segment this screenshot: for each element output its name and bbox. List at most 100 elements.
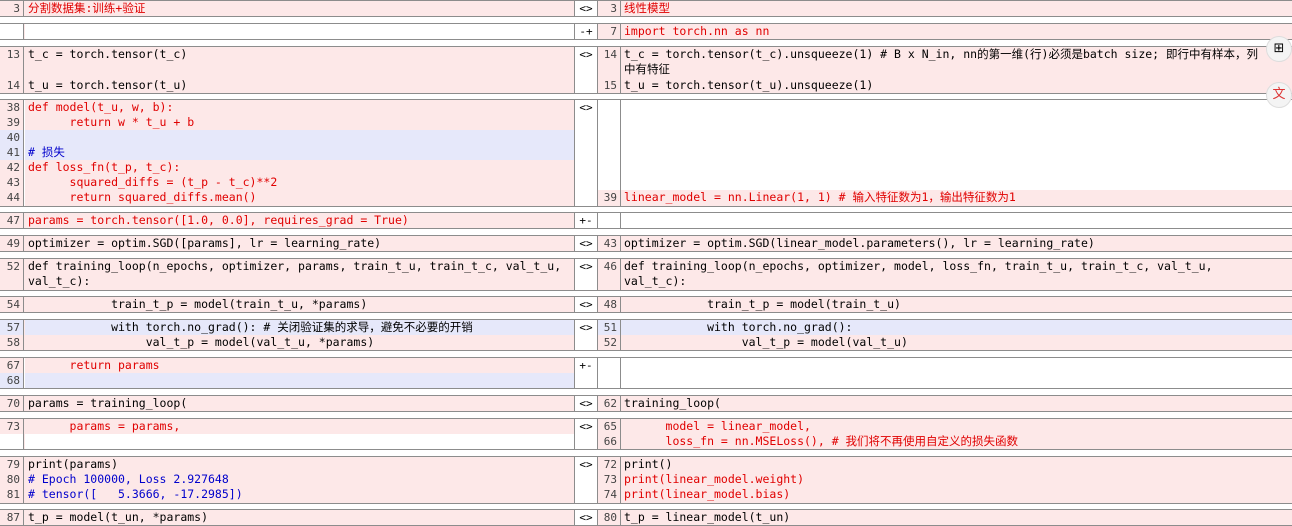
translate-icon[interactable]: 文	[1266, 82, 1292, 108]
code-line: import torch.nn as nn	[624, 24, 770, 38]
right-gutter: 65 66	[597, 419, 621, 449]
left-gutter: 49	[0, 236, 24, 251]
right-code[interactable]: t_p = linear_model(t_un)	[621, 510, 1292, 525]
right-gutter: 62	[597, 396, 621, 411]
left-code[interactable]: optimizer = optim.SGD([params], lr = lea…	[25, 236, 574, 251]
diff-block[interactable]: 73 params = params, <> 65 66 model = lin…	[0, 418, 1292, 450]
code-line	[25, 373, 574, 388]
left-code[interactable]	[25, 24, 574, 39]
code-line: t_u = torch.tensor(t_u).unsqueeze(1)	[624, 78, 874, 92]
code-line: 线性模型	[624, 1, 670, 15]
code-line: train_t_p = model(train_t_u, *params)	[28, 297, 368, 311]
diff-block[interactable]: 87 t_p = model(t_un, *params) <> 80 t_p …	[0, 509, 1292, 526]
diff-block[interactable]: 13 14 t_c = torch.tensor(t_c) t_u = torc…	[0, 46, 1292, 94]
code-line: return squared_diffs.mean()	[25, 190, 574, 206]
diff-block[interactable]: 57 58 with torch.no_grad(): # 关闭验证集的求导，避…	[0, 319, 1292, 351]
right-gutter: 14 15	[597, 47, 621, 93]
right-code[interactable]: optimizer = optim.SGD(linear_model.param…	[621, 236, 1292, 251]
diff-viewer: 3 分割数据集:训练+验证 <> 3 线性模型 -+ 7 import torc…	[0, 0, 1292, 526]
code-line: t_p = model(t_un, *params)	[28, 510, 209, 524]
right-code[interactable]: training_loop(	[621, 396, 1292, 411]
left-code[interactable]: params = params,	[25, 419, 574, 449]
compare-button[interactable]: -+	[574, 24, 597, 39]
left-gutter: 87	[0, 510, 24, 525]
diff-block[interactable]: 67 68 return params +-	[0, 357, 1292, 389]
compare-button[interactable]: <>	[574, 1, 597, 16]
diff-block[interactable]: 52 def training_loop(n_epochs, optimizer…	[0, 258, 1292, 291]
code-line: val_t_p = model(val_t_u)	[621, 335, 1292, 350]
diff-block[interactable]: 54 train_t_p = model(train_t_u, *params)…	[0, 296, 1292, 313]
code-line: loss_fn = nn.MSELoss(), # 我们将不再使用自定义的损失函…	[624, 434, 1019, 448]
left-code[interactable]: def training_loop(n_epochs, optimizer, p…	[25, 259, 574, 290]
diff-block[interactable]: 79 80 81 print(params) # Epoch 100000, L…	[0, 456, 1292, 504]
left-gutter: 57 58	[0, 320, 24, 350]
code-line: t_p = linear_model(t_un)	[624, 510, 791, 524]
code-line: train_t_p = model(train_t_u)	[624, 297, 901, 311]
code-line: val_t_p = model(val_t_u, *params)	[25, 335, 574, 350]
code-line: with torch.no_grad():	[621, 320, 1292, 335]
right-gutter: 51 52	[597, 320, 621, 350]
right-code[interactable]: train_t_p = model(train_t_u)	[621, 297, 1292, 312]
code-line: squared_diffs = (t_p - t_c)**2	[25, 175, 574, 190]
compare-button[interactable]: <>	[574, 297, 597, 312]
right-code[interactable]: 线性模型	[621, 1, 1292, 16]
compare-button[interactable]: <>	[574, 510, 597, 525]
code-line: def model(t_u, w, b):	[25, 100, 574, 115]
left-code[interactable]: with torch.no_grad(): # 关闭验证集的求导，避免不必要的开…	[25, 320, 574, 350]
compare-button[interactable]: <>	[574, 236, 597, 251]
compare-button[interactable]: <>	[574, 100, 597, 206]
left-gutter	[0, 24, 24, 39]
code-line: # Epoch 100000, Loss 2.927648	[28, 472, 229, 486]
compare-button[interactable]: <>	[574, 419, 597, 449]
left-code[interactable]: def model(t_u, w, b): return w * t_u + b…	[25, 100, 574, 206]
diff-block[interactable]: 47 params = torch.tensor([1.0, 0.0], req…	[0, 212, 1292, 229]
compare-button[interactable]: <>	[574, 396, 597, 411]
code-line: t_c = torch.tensor(t_c)	[28, 47, 188, 61]
right-code[interactable]	[621, 358, 1292, 388]
right-code[interactable]: model = linear_model, loss_fn = nn.MSELo…	[621, 419, 1292, 449]
left-code[interactable]: 分割数据集:训练+验证	[25, 1, 574, 16]
right-gutter	[597, 358, 621, 388]
grid-icon[interactable]: ⊞	[1266, 36, 1292, 62]
code-line: optimizer = optim.SGD(linear_model.param…	[624, 236, 1095, 250]
compare-button[interactable]: <>	[574, 320, 597, 350]
code-line: def loss_fn(t_p, t_c):	[25, 160, 574, 175]
code-line: print(linear_model.weight)	[624, 472, 805, 486]
right-code[interactable]: linear_model = nn.Linear(1, 1) # 输入特征数为1…	[621, 100, 1292, 206]
right-code[interactable]: print() print(linear_model.weight) print…	[621, 457, 1292, 503]
compare-button[interactable]: +-	[574, 213, 597, 228]
diff-block[interactable]: -+ 7 import torch.nn as nn	[0, 23, 1292, 40]
left-code[interactable]: params = torch.tensor([1.0, 0.0], requir…	[25, 213, 574, 228]
compare-button[interactable]: <>	[574, 47, 597, 93]
left-code[interactable]: train_t_p = model(train_t_u, *params)	[25, 297, 574, 312]
diff-block[interactable]: 49 optimizer = optim.SGD([params], lr = …	[0, 235, 1292, 252]
right-gutter: 48	[597, 297, 621, 312]
left-code[interactable]: return params	[25, 358, 574, 388]
left-code[interactable]: t_p = model(t_un, *params)	[25, 510, 574, 525]
diff-block[interactable]: 70 params = training_loop( <> 62 trainin…	[0, 395, 1292, 412]
left-gutter: 67 68	[0, 358, 24, 388]
compare-button[interactable]: +-	[574, 358, 597, 388]
left-code[interactable]: print(params) # Epoch 100000, Loss 2.927…	[25, 457, 574, 503]
code-line: params = torch.tensor([1.0, 0.0], requir…	[28, 213, 409, 227]
code-line: return w * t_u + b	[25, 115, 574, 130]
right-gutter	[597, 213, 621, 228]
left-gutter: 3	[0, 1, 24, 16]
right-code[interactable]: with torch.no_grad(): val_t_p = model(va…	[621, 320, 1292, 350]
right-code[interactable]: def training_loop(n_epochs, optimizer, m…	[621, 259, 1292, 290]
code-line	[25, 130, 574, 145]
compare-button[interactable]: <>	[574, 259, 597, 290]
right-code[interactable]: t_c = torch.tensor(t_c).unsqueeze(1) # B…	[621, 47, 1292, 93]
diff-block[interactable]: 38 39 40 41 42 43 44 def model(t_u, w, b…	[0, 99, 1292, 207]
right-gutter: 39	[597, 100, 621, 206]
code-line: params = training_loop(	[28, 396, 188, 410]
compare-button[interactable]: <>	[574, 457, 597, 503]
left-gutter: 79 80 81	[0, 457, 24, 503]
right-code[interactable]: import torch.nn as nn	[621, 24, 1292, 39]
code-line: # tensor([ 5.3666, -17.2985])	[28, 487, 243, 501]
left-code[interactable]: params = training_loop(	[25, 396, 574, 411]
diff-block[interactable]: 3 分割数据集:训练+验证 <> 3 线性模型	[0, 0, 1292, 17]
right-code[interactable]	[621, 213, 1292, 228]
code-line: optimizer = optim.SGD([params], lr = lea…	[28, 236, 382, 250]
left-code[interactable]: t_c = torch.tensor(t_c) t_u = torch.tens…	[25, 47, 574, 93]
